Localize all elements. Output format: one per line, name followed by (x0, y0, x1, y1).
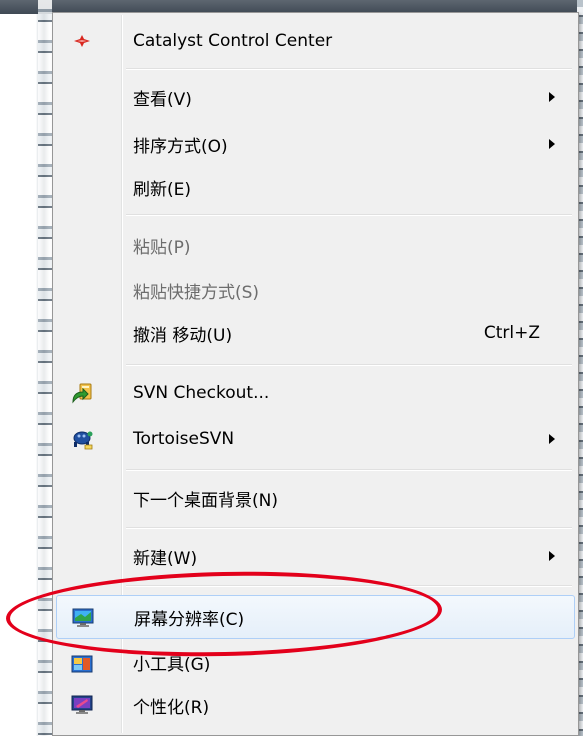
menu-item-view[interactable]: 查看(V) (56, 75, 575, 119)
menu-item-catalyst-control-center[interactable]: Catalyst Control Center (56, 19, 575, 63)
svn-checkout-icon (70, 381, 94, 405)
screen-resolution-icon (71, 606, 95, 630)
submenu-arrow-icon (549, 434, 555, 444)
menu-item-label: 粘贴快捷方式(S) (133, 282, 260, 303)
menu-separator (126, 527, 572, 529)
menu-item-refresh[interactable]: 刷新(E) (56, 165, 575, 209)
menu-item-tortoisesvn[interactable]: TortoiseSVN (56, 417, 575, 461)
menu-item-undo-move[interactable]: 撤消 移动(U) Ctrl+Z (56, 311, 575, 355)
menu-item-label: 屏幕分辨率(C) (134, 609, 245, 630)
menu-item-label: 刷新(E) (133, 179, 192, 200)
menu-item-paste[interactable]: 粘贴(P) (56, 223, 575, 267)
menu-item-label: 查看(V) (133, 89, 192, 110)
menu-separator (126, 214, 572, 216)
submenu-arrow-icon (549, 139, 555, 149)
submenu-arrow-icon (549, 551, 555, 561)
menu-item-label: 粘贴(P) (133, 237, 191, 258)
menu-separator (126, 68, 572, 70)
personalize-icon (70, 693, 94, 717)
desktop-context-menu: Catalyst Control Center 查看(V) 排序方式(O) 刷新… (52, 12, 579, 736)
menu-item-personalize[interactable]: 个性化(R) (56, 683, 575, 727)
menu-item-label: 下一个桌面背景(N) (133, 490, 278, 511)
menu-separator (126, 364, 572, 366)
menu-item-label: TortoiseSVN (133, 429, 235, 449)
menu-item-label: 新建(W) (133, 548, 198, 569)
menu-item-sort-by[interactable]: 排序方式(O) (56, 122, 575, 166)
menu-separator (126, 585, 572, 587)
menu-item-label: 撤消 移动(U) (133, 325, 233, 346)
catalyst-icon (70, 29, 94, 53)
menu-item-label: SVN Checkout... (133, 383, 270, 403)
menu-item-label: 个性化(R) (133, 697, 210, 718)
menu-item-svn-checkout[interactable]: SVN Checkout... (56, 371, 575, 415)
menu-item-next-desktop-background[interactable]: 下一个桌面背景(N) (56, 476, 575, 520)
tortoisesvn-icon (70, 427, 94, 451)
menu-item-label: Catalyst Control Center (133, 31, 333, 51)
menu-item-label: 排序方式(O) (133, 136, 228, 157)
menu-item-label: 小工具(G) (133, 654, 211, 675)
menu-item-screen-resolution[interactable]: 屏幕分辨率(C) (56, 595, 575, 639)
menu-item-gadgets[interactable]: 小工具(G) (56, 640, 575, 684)
menu-item-new[interactable]: 新建(W) (56, 534, 575, 578)
menu-item-paste-shortcut[interactable]: 粘贴快捷方式(S) (56, 268, 575, 312)
menu-item-shortcut: Ctrl+Z (483, 323, 540, 343)
submenu-arrow-icon (549, 92, 555, 102)
menu-separator (126, 469, 572, 471)
gadgets-icon (70, 650, 94, 674)
